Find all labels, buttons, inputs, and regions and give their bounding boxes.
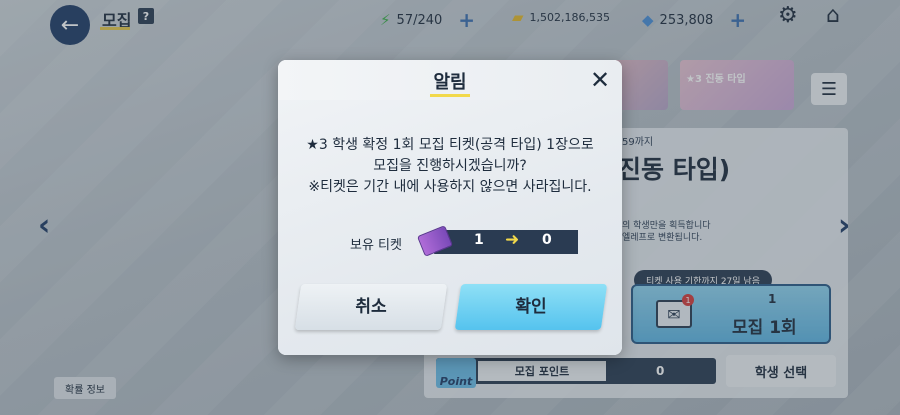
- confirm-button[interactable]: 확인: [454, 284, 608, 330]
- dialog-title: 알림: [433, 72, 467, 93]
- confirm-label: 확인: [515, 297, 547, 317]
- ticket-count-before: 1: [474, 232, 484, 248]
- owned-ticket-label: 보유 티켓: [350, 238, 402, 253]
- dialog-message-line: ※티켓은 기간 내에 사용하지 않으면 사라집니다.: [308, 179, 592, 195]
- notice-dialog: 알림 ✕ ★3 학생 확정 1회 모집 티켓(공격 타입) 1장으로 모집을 진…: [278, 60, 622, 355]
- arrow-right-icon: ➜: [505, 230, 520, 250]
- ticket-count-after: 0: [542, 232, 552, 248]
- dialog-title-underline: [430, 94, 470, 97]
- cancel-button[interactable]: 취소: [294, 284, 448, 330]
- close-icon: ✕: [589, 66, 611, 94]
- dialog-message-line: 모집을 진행하시겠습니까?: [373, 158, 527, 174]
- dialog-message-line: ★3 학생 확정 1회 모집 티켓(공격 타입) 1장으로: [306, 137, 594, 153]
- cancel-label: 취소: [355, 297, 387, 317]
- close-button[interactable]: ✕: [586, 66, 614, 94]
